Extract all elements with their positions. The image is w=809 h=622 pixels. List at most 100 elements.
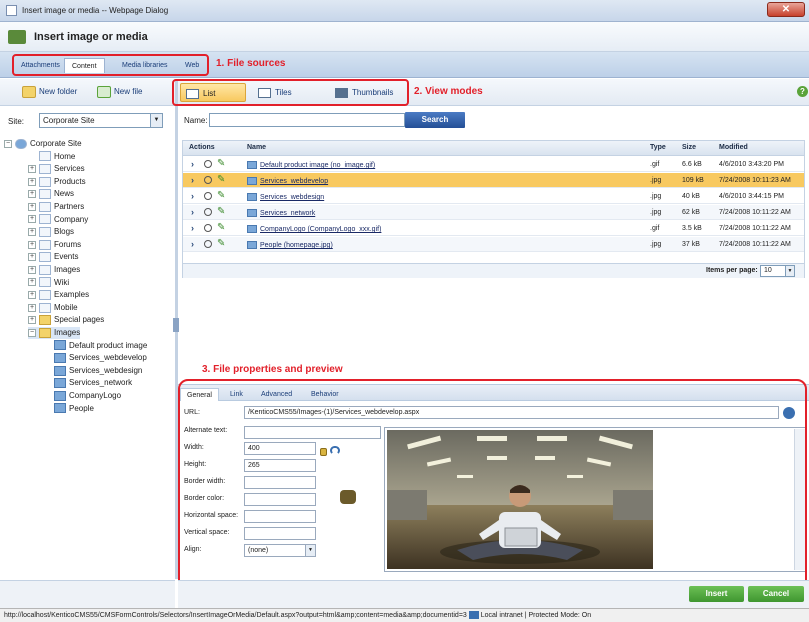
tree-item[interactable]: + Events (28, 251, 78, 263)
expand-icon[interactable]: + (28, 253, 36, 262)
tree-item[interactable]: + Company (28, 214, 88, 226)
tree-item[interactable]: + Special pages (28, 314, 104, 326)
new-folder-icon (22, 86, 36, 98)
media-icon (8, 30, 26, 44)
header-name[interactable]: Name (247, 144, 266, 151)
file-size: 6.6 kB (682, 161, 702, 168)
table-row[interactable]: › ✎ Default product image (no_image.gif) .g… (183, 157, 804, 172)
table-row[interactable]: › ✎ People (homepage.jpg) .jpg 37 kB 7/24/200… (183, 237, 804, 252)
insert-button[interactable]: Insert (689, 586, 744, 602)
expand-icon[interactable]: + (28, 265, 36, 274)
collapse-icon[interactable]: − (4, 139, 12, 148)
view-icon[interactable] (204, 208, 212, 216)
select-arrow-icon[interactable]: › (191, 160, 194, 169)
edit-pencil-icon[interactable]: ✎ (217, 191, 225, 201)
tree-child-item[interactable]: CompanyLogo (54, 390, 121, 402)
select-arrow-icon[interactable]: › (191, 192, 194, 201)
view-icon[interactable] (204, 192, 212, 200)
tree-item[interactable]: + Mobile (28, 302, 78, 314)
file-name-link[interactable]: People (homepage.jpg) (247, 241, 333, 249)
table-row[interactable]: › ✎ CompanyLogo (CompanyLogo_xxx.gif) .gif 3… (183, 221, 804, 236)
dialog-title: Insert image or media (34, 31, 148, 43)
file-thumb-icon (247, 209, 257, 217)
header-modified[interactable]: Modified (719, 144, 748, 151)
tree-item[interactable]: − Images (28, 327, 81, 339)
expand-icon[interactable]: + (28, 278, 36, 287)
tree-item[interactable]: + Products (28, 176, 86, 188)
tree-child-item[interactable]: Services_webdesign (54, 365, 142, 377)
window-icon (6, 5, 17, 16)
view-icon[interactable] (204, 160, 212, 168)
select-arrow-icon[interactable]: › (191, 208, 194, 217)
tree-item-label: Home (54, 151, 76, 161)
file-modified: 7/24/2008 10:11:22 AM (719, 209, 791, 216)
row-actions: › ✎ (191, 175, 231, 186)
file-thumb-icon (247, 161, 257, 169)
tree-item[interactable]: + Forums (28, 239, 81, 251)
expand-icon[interactable]: + (28, 190, 36, 199)
table-row[interactable]: › ✎ Services_webdevelop .jpg 109 kB 7/24/2008… (183, 173, 804, 188)
expand-icon[interactable]: − (28, 328, 36, 337)
view-icon[interactable] (204, 240, 212, 248)
splitter-grip[interactable] (173, 318, 179, 332)
table-row[interactable]: › ✎ Services_network .jpg 62 kB 7/24/2008 10:… (183, 205, 804, 220)
new-folder-button[interactable]: New folder (22, 86, 77, 98)
expand-icon[interactable]: + (28, 240, 36, 249)
tree-item[interactable]: Home (28, 151, 75, 163)
tree-item[interactable]: + Examples (28, 289, 89, 301)
select-arrow-icon[interactable]: › (191, 224, 194, 233)
file-name-link[interactable]: Services_webdesign (247, 193, 324, 201)
edit-pencil-icon[interactable]: ✎ (217, 239, 225, 249)
select-arrow-icon[interactable]: › (191, 176, 194, 185)
tree-child-label: Default product image (69, 340, 148, 350)
row-actions: › ✎ (191, 239, 231, 250)
header-size[interactable]: Size (682, 144, 696, 151)
site-select[interactable]: Corporate Site ▼ (39, 113, 163, 128)
edit-pencil-icon[interactable]: ✎ (217, 175, 225, 185)
search-button[interactable]: Search (405, 112, 465, 128)
items-per-page-select[interactable]: 10 ▼ (760, 265, 795, 277)
file-name-link[interactable]: Services_webdevelop (247, 177, 328, 185)
file-type: .gif (650, 161, 660, 168)
expand-icon[interactable]: + (28, 228, 36, 237)
items-per-page-value: 10 (764, 267, 772, 274)
tree-child-item[interactable]: People (54, 403, 94, 415)
tree-item[interactable]: + Services (28, 163, 85, 175)
cancel-button[interactable]: Cancel (748, 586, 804, 602)
file-type: .jpg (650, 193, 662, 200)
tree-child-item[interactable]: Services_network (54, 377, 132, 389)
edit-pencil-icon[interactable]: ✎ (217, 207, 225, 217)
expand-icon[interactable]: + (28, 215, 36, 224)
edit-pencil-icon[interactable]: ✎ (217, 223, 225, 233)
tree-item[interactable]: + News (28, 188, 74, 200)
expand-icon[interactable]: + (28, 303, 36, 312)
tree-item[interactable]: + Partners (28, 201, 84, 213)
tree-item[interactable]: + Blogs (28, 226, 74, 238)
file-name-link[interactable]: Services_network (247, 209, 315, 217)
table-row[interactable]: › ✎ Services_webdesign .jpg 40 kB 4/6/2010 3:… (183, 189, 804, 204)
tree-child-item[interactable]: Services_webdevelop (54, 352, 147, 364)
tree-root[interactable]: − Corporate Site (4, 138, 82, 150)
name-search-input[interactable] (209, 113, 405, 127)
expand-icon[interactable]: + (28, 165, 36, 174)
expand-icon[interactable]: + (28, 291, 36, 300)
tree-child-item[interactable]: Default product image (54, 340, 147, 352)
file-name-link[interactable]: CompanyLogo (CompanyLogo_xxx.gif) (247, 225, 381, 233)
view-icon[interactable] (204, 176, 212, 184)
select-arrow-icon[interactable]: › (191, 240, 194, 249)
tree-item[interactable]: + Wiki (28, 277, 69, 289)
file-name-link[interactable]: Default product image (no_image.gif) (247, 161, 375, 169)
callout-file-sources: 1. File sources (216, 58, 286, 69)
header-type[interactable]: Type (650, 144, 666, 151)
expand-icon[interactable]: + (28, 316, 36, 325)
view-icon[interactable] (204, 224, 212, 232)
help-icon[interactable]: ? (797, 86, 808, 97)
close-button[interactable]: ✕ (767, 2, 805, 17)
expand-icon[interactable]: + (28, 177, 36, 186)
tree-item[interactable]: + Images (28, 264, 80, 276)
row-actions: › ✎ (191, 159, 231, 170)
tree-item-label: Products (54, 176, 86, 186)
edit-pencil-icon[interactable]: ✎ (217, 159, 225, 169)
expand-icon[interactable]: + (28, 202, 36, 211)
new-file-button[interactable]: New file (97, 86, 142, 98)
